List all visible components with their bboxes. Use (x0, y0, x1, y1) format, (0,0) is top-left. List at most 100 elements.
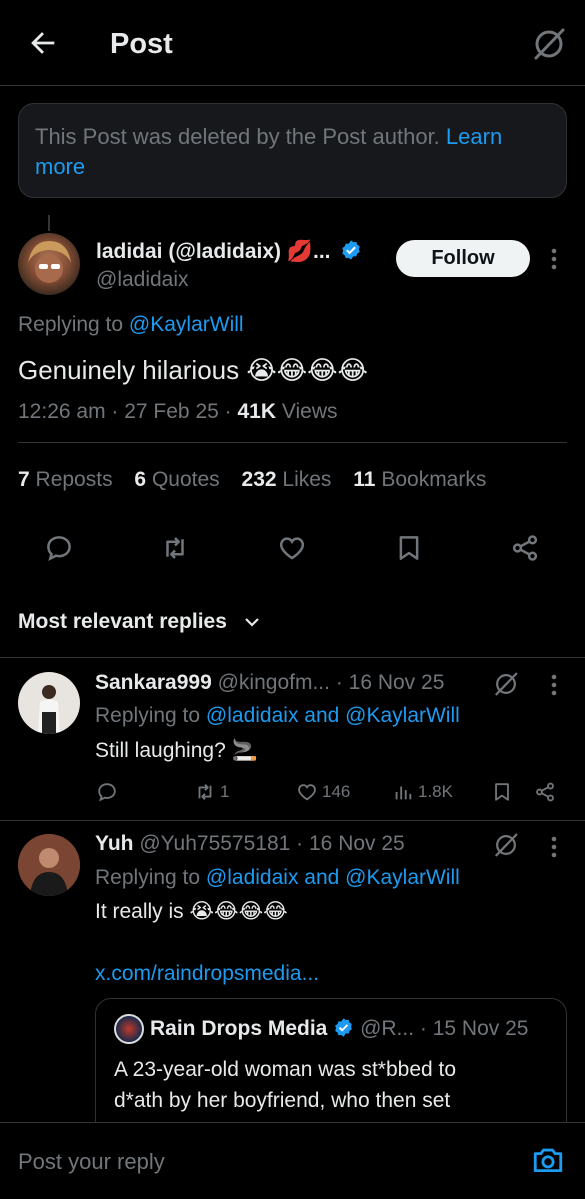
repost-button[interactable]: 1 (194, 779, 229, 805)
bookmarks-label: Bookmarks (381, 468, 487, 491)
camera-button[interactable] (531, 1143, 565, 1177)
quote-author-name: Rain Drops Media (150, 1017, 328, 1040)
avatar-image (28, 241, 71, 283)
more-vertical-icon (551, 836, 557, 858)
quote-date: · 15 Nov 25 (419, 1017, 529, 1040)
quotes-stat[interactable]: 6 Quotes (134, 468, 219, 491)
avatar-image (18, 834, 80, 896)
header-divider (0, 85, 585, 86)
post-meta: 12:26 am · 27 Feb 25 · 41K Views (18, 400, 338, 423)
share-button[interactable] (534, 779, 556, 805)
share-icon (536, 782, 554, 802)
grok-icon (534, 28, 565, 60)
reply-icon (47, 536, 71, 562)
reply-button[interactable] (96, 779, 118, 805)
likes-stat[interactable]: 232 Likes (242, 468, 332, 491)
reply-date: · 16 Nov 25 (296, 832, 405, 855)
replying-to: Replying to @KaylarWill (18, 311, 244, 339)
reply-button[interactable] (44, 533, 74, 563)
repost-icon (166, 537, 184, 559)
reply-icon (98, 783, 116, 802)
bookmark-icon (495, 783, 509, 801)
likes-label: Likes (282, 468, 332, 491)
reply-author-name[interactable]: Sankara999 (95, 671, 212, 694)
post-date: 27 Feb 25 (124, 400, 219, 423)
avatar[interactable] (18, 233, 80, 295)
chevron-down-icon[interactable] (243, 613, 261, 631)
views-count: 1.8K (418, 782, 453, 801)
grok-button[interactable] (530, 25, 568, 63)
quote-text-line-2: d*ath by her boyfriend, who then set (114, 1089, 451, 1112)
quote-author: Rain Drops Media @R... · 15 Nov 25 (150, 1015, 528, 1043)
heart-icon (279, 537, 305, 560)
more-options-button[interactable] (546, 672, 562, 698)
bookmark-button[interactable] (394, 533, 424, 563)
replying-to-prefix: Replying to (95, 704, 201, 727)
reply-input[interactable]: Post your reply (18, 1147, 165, 1177)
more-options-button[interactable] (546, 834, 562, 860)
quote-avatar (114, 1014, 144, 1044)
share-button[interactable] (510, 533, 540, 563)
reply-author-handle: @kingofm... (217, 671, 330, 694)
follow-button[interactable]: Follow (396, 240, 530, 277)
views-icon (395, 786, 412, 800)
avatar[interactable] (18, 672, 80, 734)
bookmark-icon (399, 536, 419, 560)
reply-author: Sankara999 @kingofm... · 16 Nov 25 (95, 669, 444, 697)
verified-badge-icon (335, 1018, 353, 1037)
reply-author-name[interactable]: Yuh (95, 832, 134, 855)
bookmarks-stat[interactable]: 11 Bookmarks (353, 468, 486, 491)
reposts-label: Reposts (35, 468, 113, 491)
views-label: Views (281, 400, 338, 423)
post-time: 12:26 am (18, 400, 106, 423)
deleted-notice: This Post was deleted by the Post author… (18, 103, 567, 198)
grok-button[interactable] (492, 670, 520, 698)
like-button[interactable]: 146 (296, 779, 350, 805)
author-name[interactable]: ladidai (@ladidaix) 💋... (96, 238, 362, 266)
repost-count: 1 (220, 782, 230, 801)
reply-link[interactable]: x.com/raindropsmedia... (95, 960, 319, 988)
stats-divider-top (18, 442, 567, 443)
reposts-stat[interactable]: 7 Reposts (18, 468, 113, 491)
verified-badge-icon (342, 240, 361, 260)
reposts-count: 7 (18, 468, 30, 491)
deleted-notice-text: This Post was deleted by the Post author… (35, 124, 440, 149)
reply-text: Still laughing? 🚬 (95, 739, 258, 762)
share-icon (512, 535, 538, 561)
reply-author: Yuh @Yuh75575181 · 16 Nov 25 (95, 830, 405, 858)
likes-count: 232 (241, 468, 277, 491)
post-stats: 7 Reposts 6 Quotes 232 Likes 11 Bookmark… (18, 466, 486, 494)
replying-to-link[interactable]: @ladidaix and @KaylarWill (206, 704, 460, 727)
replying-to-prefix: Replying to (18, 313, 124, 336)
repost-button[interactable] (160, 533, 190, 563)
author-display-name: ladidai (@ladidaix) 💋... (96, 240, 331, 263)
grok-button[interactable] (492, 831, 520, 859)
replying-to: Replying to @ladidaix and @KaylarWill (95, 864, 460, 892)
repost-icon (198, 784, 212, 800)
like-button[interactable] (277, 533, 307, 563)
heart-icon (298, 784, 316, 801)
replying-to: Replying to @ladidaix and @KaylarWill (95, 702, 460, 730)
avatar[interactable] (18, 834, 80, 896)
reply-divider (0, 820, 585, 821)
quotes-count: 6 (134, 468, 147, 491)
more-vertical-icon (551, 674, 557, 696)
views-button[interactable]: 1.8K (392, 779, 453, 805)
views-count: 41K (237, 400, 277, 423)
replying-to-link[interactable]: @ladidaix and @KaylarWill (206, 866, 460, 889)
more-vertical-icon (551, 248, 557, 270)
bookmark-button[interactable] (491, 779, 513, 805)
replies-sort-dropdown[interactable]: Most relevant replies (18, 608, 227, 636)
replying-to-prefix: Replying to (95, 866, 201, 889)
replying-to-link[interactable]: @KaylarWill (129, 313, 244, 336)
reply-date: · 16 Nov 25 (335, 671, 445, 694)
quote-author-handle: @R... (360, 1017, 415, 1040)
quote-text-line-1: A 23-year-old woman was st*bbed to (114, 1058, 457, 1081)
thread-line (48, 215, 50, 231)
replies-divider (0, 657, 585, 658)
more-options-button[interactable] (546, 246, 562, 272)
page-title: Post (110, 28, 173, 60)
bookmarks-count: 11 (353, 468, 376, 491)
quotes-label: Quotes (151, 468, 220, 491)
back-button[interactable] (26, 26, 60, 60)
